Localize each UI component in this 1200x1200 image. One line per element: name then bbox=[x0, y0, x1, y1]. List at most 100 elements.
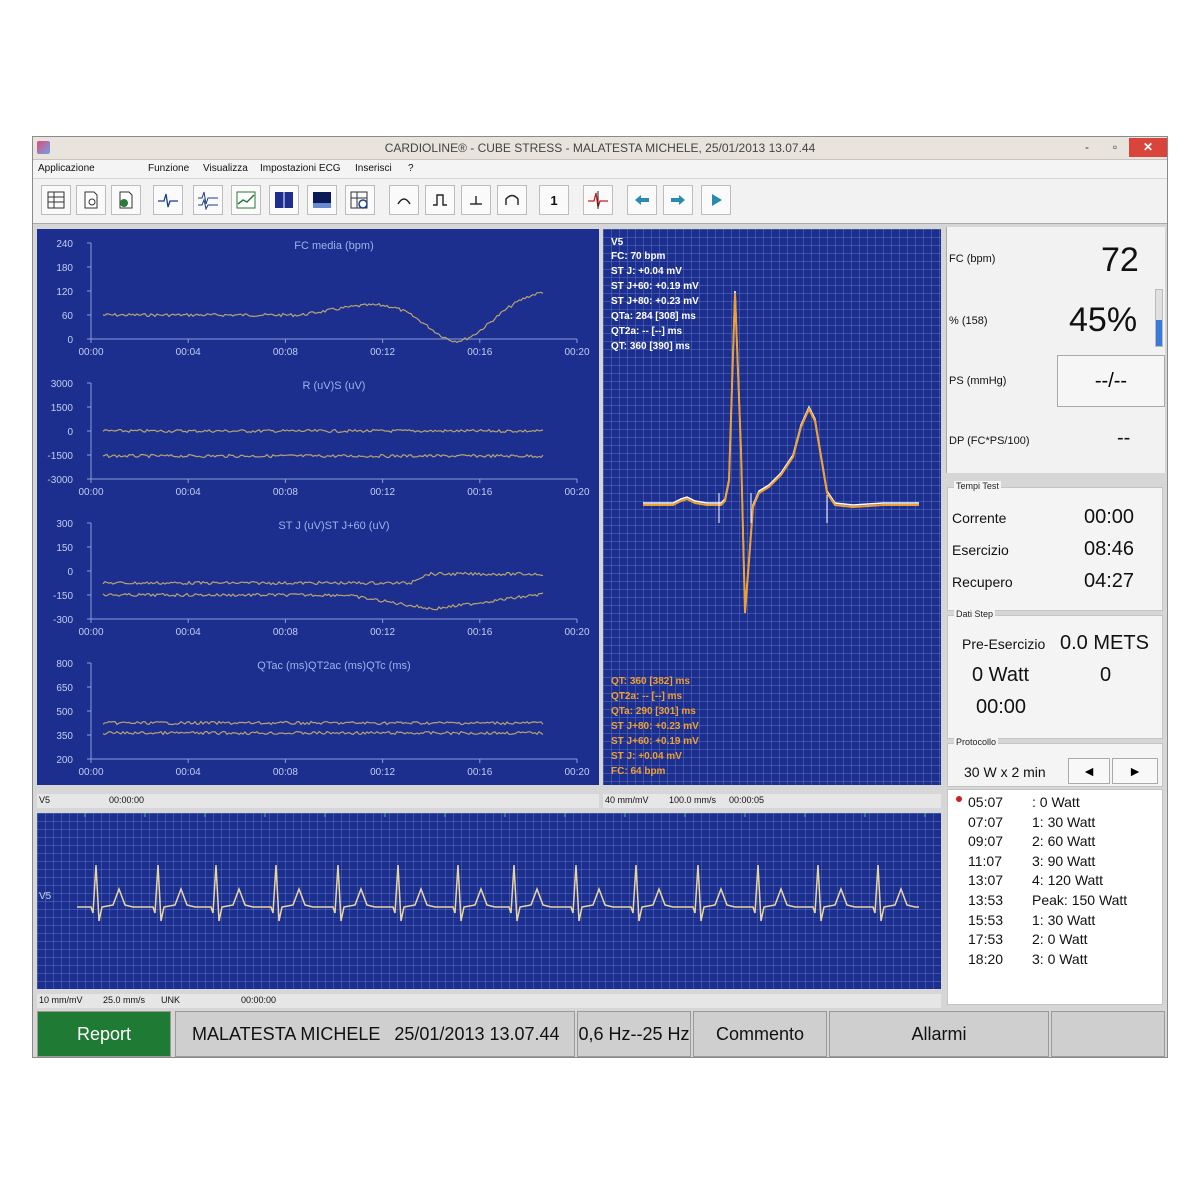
menu-bar: Applicazione Funzione Visualizza Imposta… bbox=[33, 160, 1167, 178]
trend-x-tick-label: 00:00 bbox=[78, 627, 103, 638]
complex-reference-measurement: QTa: 290 [301] ms bbox=[611, 706, 696, 717]
rhythm-status-bar: 10 mm/mV 25.0 mm/s UNK 00:00:00 bbox=[37, 994, 941, 1008]
trends-lead: V5 bbox=[39, 795, 51, 805]
complex-current-measurement: QT: 360 [390] ms bbox=[611, 341, 690, 352]
menu-applicazione[interactable]: Applicazione bbox=[38, 163, 95, 174]
menu-inserisci[interactable]: Inserisci bbox=[355, 163, 392, 174]
marker-icon[interactable] bbox=[583, 185, 613, 215]
ps-label: PS (mmHg) bbox=[949, 375, 1007, 387]
trend-series-line bbox=[102, 730, 544, 736]
protocol-step-desc: 2: 0 Watt bbox=[1032, 931, 1088, 948]
trend-chart-title: FC media (bpm) bbox=[294, 240, 373, 252]
ps-button[interactable]: --/-- bbox=[1057, 355, 1165, 407]
complex-panel: V5 FC: 70 bpm ST J: +0.04 mV ST J+60: +0.1… bbox=[603, 229, 941, 785]
pct-scrollbar-thumb[interactable] bbox=[1156, 320, 1162, 346]
trend-y-tick-label: 300 bbox=[56, 519, 73, 530]
protocol-prev-button[interactable]: ◄ bbox=[1068, 758, 1110, 784]
trend-series-line bbox=[102, 428, 544, 434]
protocollo-title: Protocollo bbox=[954, 737, 999, 747]
trend-y-tick-label: 1500 bbox=[51, 403, 74, 414]
trend-chart-title: QTac (ms)QT2ac (ms)QTc (ms) bbox=[257, 660, 410, 672]
protocol-steps-list[interactable]: 05:07: 0 Watt 07:07 1: 30 Watt 09:07 2: 60 W… bbox=[947, 789, 1163, 1005]
complex-reference-measurement: QT: 360 [382] ms bbox=[611, 676, 690, 687]
complex-current-measurement: ST J+80: +0.23 mV bbox=[611, 296, 699, 307]
protocol-step-time: 15:53 bbox=[968, 911, 1004, 928]
trend-series-line bbox=[102, 571, 544, 586]
trend-y-tick-label: -3000 bbox=[47, 475, 73, 486]
protocol-step-desc: 1: 30 Watt bbox=[1032, 911, 1096, 928]
menu-visualizza[interactable]: Visualizza bbox=[203, 163, 248, 174]
toolbar: 1 bbox=[33, 179, 1167, 224]
trend-y-tick-label: 240 bbox=[56, 239, 73, 250]
pulse-icon[interactable] bbox=[425, 185, 455, 215]
filter-label: 0,6 Hz--25 Hz bbox=[577, 1011, 691, 1057]
trend-x-tick-label: 00:16 bbox=[467, 767, 492, 778]
lead-one-button[interactable]: 1 bbox=[539, 185, 569, 215]
window-title: CARDIOLINE® - CUBE STRESS - MALATESTA MI… bbox=[384, 141, 816, 155]
tempi-test-title: Tempi Test bbox=[954, 481, 1001, 491]
fc-value: 72 bbox=[1101, 241, 1139, 279]
rhythm-lead: V5 bbox=[39, 891, 52, 902]
rhythm-strip: V5 bbox=[39, 813, 926, 922]
patient-info: MALATESTA MICHELE 25/01/2013 13.07.44 bbox=[175, 1011, 575, 1057]
trend-y-tick-label: 180 bbox=[56, 263, 73, 274]
trend-x-tick-label: 00:20 bbox=[564, 347, 589, 358]
arrow-left-icon[interactable] bbox=[627, 185, 657, 215]
protocol-step-time: 13:07 bbox=[968, 872, 1004, 889]
protocol-step-desc: Peak: 150 Watt bbox=[1032, 892, 1128, 908]
ecg-multi-icon[interactable] bbox=[193, 185, 223, 215]
alarms-button[interactable]: Allarmi bbox=[829, 1011, 1049, 1057]
step-time: 00:00 bbox=[976, 696, 1027, 718]
close-button[interactable]: ✕ bbox=[1129, 138, 1167, 157]
screen-icon[interactable] bbox=[307, 185, 337, 215]
protocol-step-time: 07:07 bbox=[968, 813, 1004, 830]
protocol-step-time: 17:53 bbox=[968, 931, 1004, 948]
report-icon[interactable] bbox=[41, 185, 71, 215]
trend-x-tick-label: 00:12 bbox=[370, 487, 395, 498]
trend-y-tick-label: 0 bbox=[67, 567, 73, 578]
trend-x-tick-label: 00:20 bbox=[564, 627, 589, 638]
recupero-value: 04:27 bbox=[1084, 570, 1135, 592]
p-wave-icon[interactable] bbox=[389, 185, 419, 215]
ecg-single-icon[interactable] bbox=[153, 185, 183, 215]
comment-button[interactable]: Commento bbox=[693, 1011, 827, 1057]
arrow-right-icon[interactable] bbox=[663, 185, 693, 215]
trend-icon[interactable] bbox=[231, 185, 261, 215]
trend-y-tick-label: 3000 bbox=[51, 379, 74, 390]
menu-funzione[interactable]: Funzione bbox=[148, 163, 189, 174]
maximize-button[interactable]: ▫ bbox=[1101, 138, 1129, 157]
protocol-step-time: 11:07 bbox=[968, 852, 1002, 869]
trend-series-line bbox=[102, 720, 544, 726]
step-watt: 0 Watt bbox=[972, 664, 1030, 686]
play-icon[interactable] bbox=[701, 185, 731, 215]
layout-icon[interactable] bbox=[269, 185, 299, 215]
menu-impostazioni-ecg[interactable]: Impostazioni ECG bbox=[260, 163, 341, 174]
zoom-grid-icon[interactable] bbox=[345, 185, 375, 215]
patient-name: MALATESTA MICHELE bbox=[192, 1023, 381, 1044]
step-mets: 0.0 METS bbox=[1060, 632, 1149, 654]
export-icon[interactable] bbox=[111, 185, 141, 215]
trend-series-line bbox=[102, 592, 544, 611]
empty-footer-button[interactable] bbox=[1051, 1011, 1165, 1057]
trend-x-tick-label: 00:12 bbox=[370, 767, 395, 778]
protocol-next-button[interactable]: ► bbox=[1112, 758, 1158, 784]
trend-y-tick-label: 500 bbox=[56, 707, 73, 718]
trend-chart-title: ST J (uV)ST J+60 (uV) bbox=[278, 520, 389, 532]
complex-reference-measurement: ST J+60: +0.19 mV bbox=[611, 736, 699, 747]
menu-help[interactable]: ? bbox=[408, 163, 414, 174]
protocol-step-desc: 4: 120 Watt bbox=[1032, 872, 1104, 889]
report-button[interactable]: Report bbox=[37, 1011, 171, 1057]
preview-icon[interactable] bbox=[76, 185, 106, 215]
trend-x-tick-label: 00:04 bbox=[176, 627, 201, 638]
dati-step-title: Dati Step bbox=[954, 609, 996, 619]
baseline-icon[interactable] bbox=[461, 185, 491, 215]
protocol-step-desc: : 0 Watt bbox=[1032, 794, 1080, 810]
current-beat-trace bbox=[643, 290, 919, 612]
trend-y-tick-label: 350 bbox=[56, 731, 73, 742]
footer-bar: Report MALATESTA MICHELE 25/01/2013 13.0… bbox=[37, 1011, 1165, 1057]
wave-icon[interactable] bbox=[497, 185, 527, 215]
complex-status-bar: 40 mm/mV 100.0 mm/s 00:00:05 bbox=[603, 794, 941, 808]
minimize-button[interactable]: - bbox=[1073, 138, 1101, 157]
step-count: 0 bbox=[1100, 664, 1112, 686]
pct-scrollbar[interactable] bbox=[1155, 289, 1163, 347]
